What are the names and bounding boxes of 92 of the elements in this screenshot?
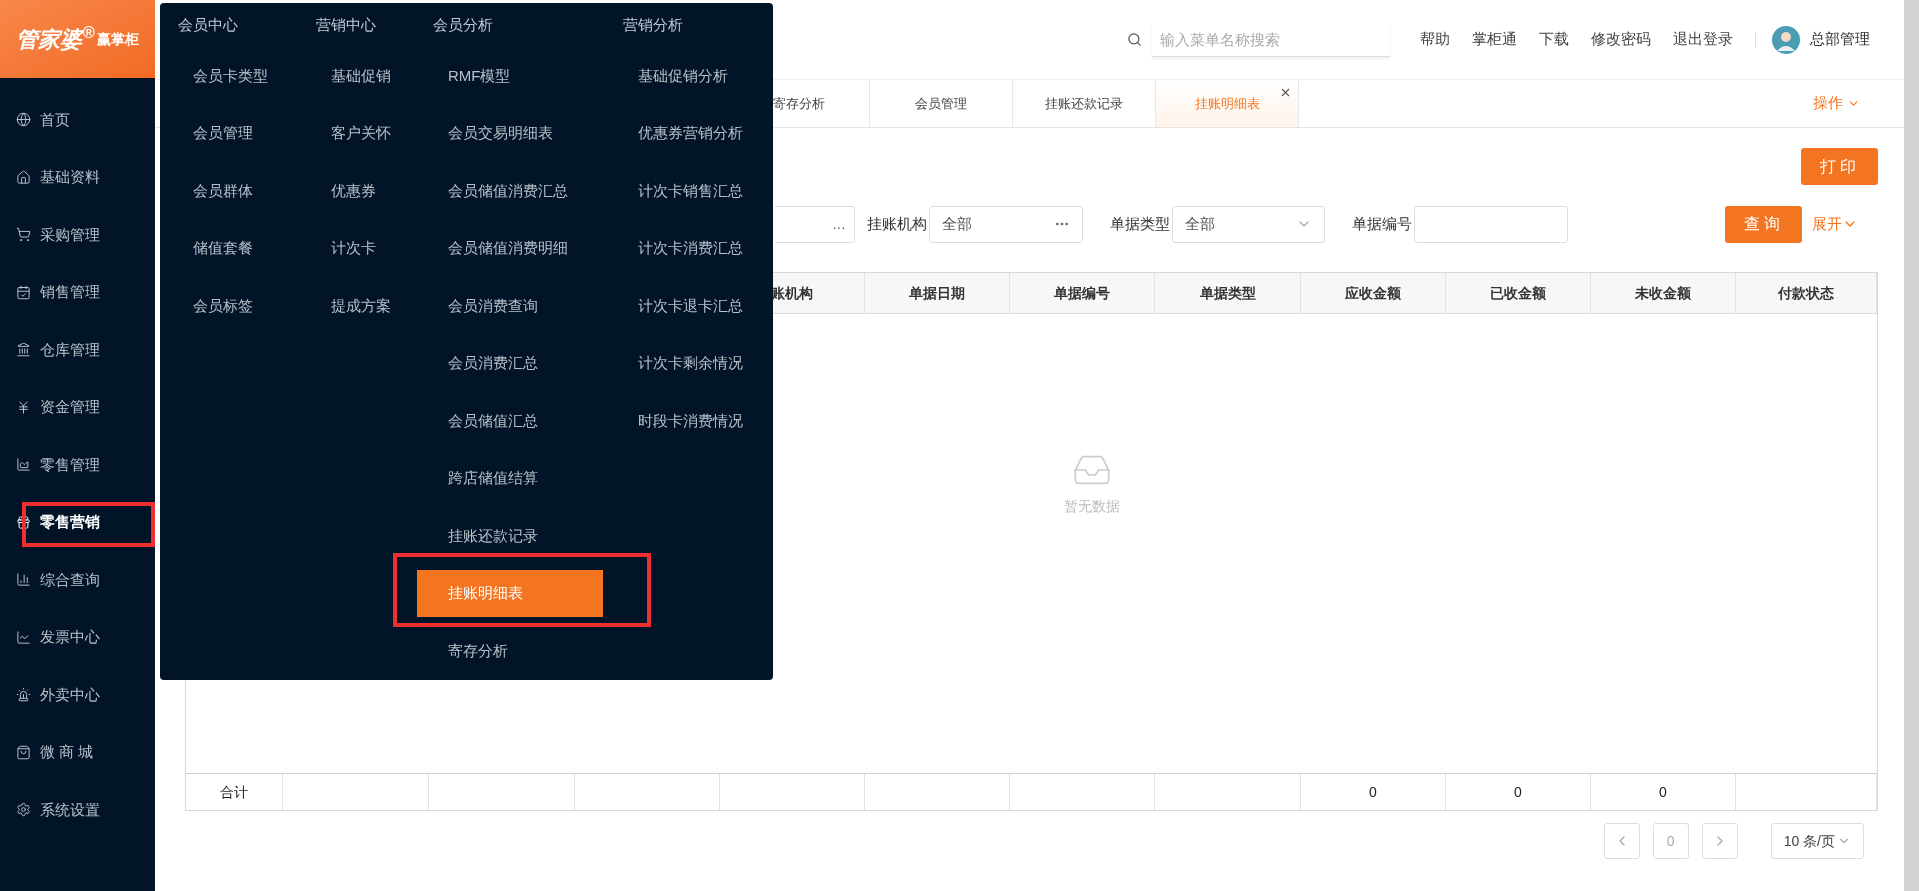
menu-item[interactable]: 会员卡类型 [193,64,268,87]
line-chart-icon [16,629,31,645]
menu-item[interactable]: 储值套餐 [193,237,253,260]
user-name: 总部管理 [1810,29,1870,50]
sidebar-item[interactable]: 零售管理 [0,436,155,494]
header-link[interactable]: 下载 [1539,28,1569,51]
close-icon[interactable] [1279,86,1292,99]
picker-field[interactable]: 全部 [929,205,1083,243]
menu-item[interactable]: 会员储值消费明细 [448,237,568,260]
empty-text: 暂无数据 [1063,497,1120,516]
menu-item[interactable]: 会员储值汇总 [448,409,538,432]
header-link[interactable]: 帮助 [1420,28,1450,51]
globe-icon [16,112,31,128]
sidebar-item[interactable]: 微 商 城 [0,723,155,781]
column-header: 单据类型 [1199,283,1256,303]
alarm-light-icon [16,687,31,703]
total-cell-text: 0 [1659,782,1667,802]
search-icon [1127,32,1142,47]
column-header: 付款状态 [1778,283,1834,303]
menu-item[interactable]: 提成方案 [331,294,391,317]
menu-item[interactable]: 会员交易明细表 [448,122,553,145]
home-icon [16,169,31,185]
cart-icon [16,227,31,243]
filter-label: 单据编号 [1352,213,1412,234]
menu-item[interactable]: 会员消费查询 [448,294,538,317]
sidebar-item[interactable]: 采购管理 [0,206,155,264]
menu-item[interactable]: RMF模型 [448,64,511,87]
settings-icon [16,802,31,818]
header-link[interactable]: 修改密码 [1591,28,1651,51]
yen-icon [16,399,31,415]
menu-item[interactable]: 寄存分析 [448,639,508,662]
menu-item[interactable]: 优惠券营销分析 [638,122,743,145]
sidebar-item[interactable]: 资金管理 [0,378,155,436]
filter-field[interactable]: … [775,205,855,243]
column-header: 应收金额 [1345,283,1401,303]
sidebar-item[interactable]: 销售管理 [0,263,155,321]
header-link[interactable]: 掌柜通 [1472,28,1517,51]
logo-subtitle: 赢掌柜 [96,29,139,49]
select-field[interactable]: 全部 [1172,205,1325,243]
column-header: 已收金额 [1490,283,1546,303]
column-header: 未收金额 [1635,283,1691,303]
sidebar-item[interactable]: 发票中心 [0,608,155,666]
search-field[interactable]: 输入菜单名称搜索 [1152,22,1390,57]
menu-item[interactable]: 基础促销分析 [638,64,728,87]
menu-item[interactable]: 会员管理 [193,122,253,145]
sidebar-item[interactable]: 系统设置 [0,781,155,839]
total-cell-text: 0 [1514,782,1522,802]
header-link[interactable]: 退出登录 [1673,28,1733,51]
menu-heading: 营销分析 [623,14,683,35]
total-label: 合计 [220,782,248,802]
previous-page-button[interactable] [1603,823,1640,859]
sidebar-item[interactable]: 零售营销 [0,493,155,551]
menu-item[interactable]: 基础促销 [331,64,391,87]
menu-item[interactable]: 计次卡 [331,237,376,260]
total-cell-text: 0 [1369,782,1377,802]
menu-item[interactable]: 计次卡退卡汇总 [638,294,743,317]
filter-label: 挂账机构 [867,213,927,234]
filter-label: 单据类型 [1110,213,1170,234]
menu-item[interactable]: 跨店储值结算 [448,467,538,490]
menu-heading: 营销中心 [316,14,376,35]
bar-chart-icon [16,572,31,588]
menu-item[interactable]: 会员群体 [193,179,253,202]
calendar-icon [16,284,31,300]
menu-item[interactable]: 会员标签 [193,294,253,317]
menu-item[interactable]: 客户关怀 [331,122,391,145]
tab[interactable]: 会员管理 [870,80,1013,127]
input-field[interactable] [1414,205,1568,243]
sidebar-item[interactable]: 基础资料 [0,148,155,206]
page-size-select[interactable]: 10 条/页 [1770,823,1864,859]
menu-item[interactable]: 会员储值消费汇总 [448,179,568,202]
menu-item[interactable]: 计次卡消费汇总 [638,237,743,260]
menu-item[interactable]: 挂账还款记录 [448,524,538,547]
menu-heading: 会员分析 [433,14,493,35]
logo-title: 管家婆$^{®}$ [16,22,95,54]
column-header: 单据日期 [909,283,965,303]
bank-icon [16,342,31,358]
avatar-icon [1772,25,1800,54]
menu-item[interactable]: 时段卡消费情况 [638,409,743,432]
menu-item[interactable]: 会员消费汇总 [448,352,538,375]
gift-icon [16,514,31,530]
menu-item[interactable]: 计次卡销售汇总 [638,179,743,202]
menu-heading: 会员中心 [178,14,238,35]
sidebar-item[interactable]: 综合查询 [0,551,155,609]
menu-item[interactable]: 优惠券 [331,179,376,202]
sidebar-item[interactable]: 首页 [0,91,155,149]
sidebar-item[interactable]: 仓库管理 [0,321,155,379]
bag-icon [16,744,31,760]
sidebar-item[interactable]: 外卖中心 [0,666,155,724]
menu-item[interactable]: 计次卡剩余情况 [638,352,743,375]
column-header: 单据编号 [1054,283,1110,303]
area-chart-icon [16,457,31,473]
next-page-button[interactable] [1701,823,1738,859]
